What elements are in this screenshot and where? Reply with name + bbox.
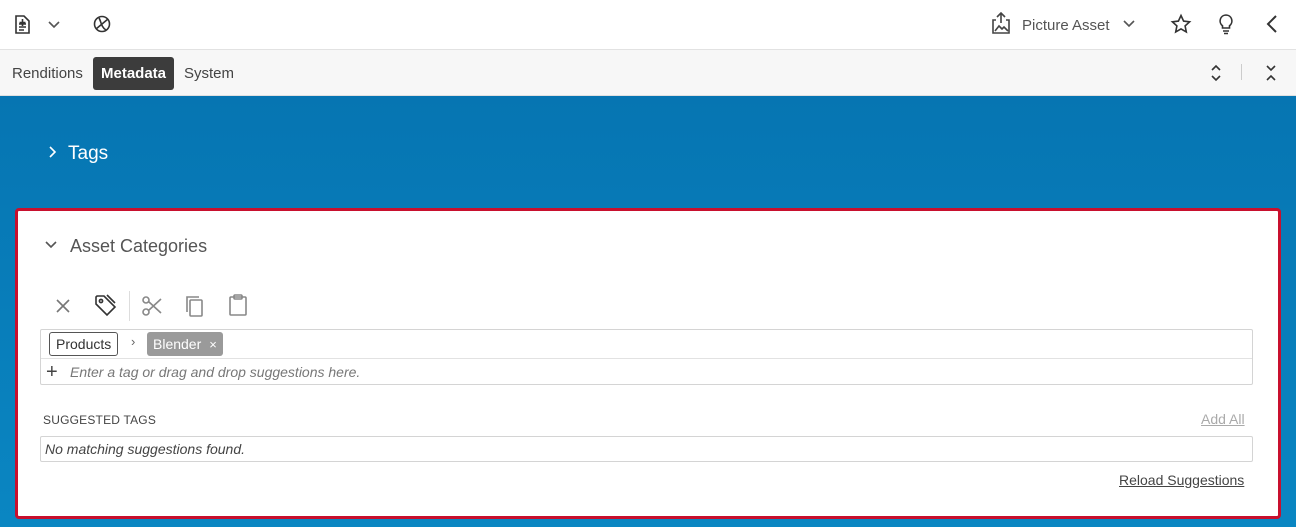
asset-categories-header[interactable]: Asset Categories: [44, 232, 207, 260]
chevron-down-icon: [44, 237, 58, 256]
divider: [41, 358, 1252, 359]
add-tag-icon[interactable]: +: [46, 362, 58, 382]
chevron-left-icon[interactable]: [1260, 12, 1284, 36]
reload-suggestions-link[interactable]: Reload Suggestions: [1119, 472, 1244, 488]
cut-icon[interactable]: [140, 294, 164, 323]
chevron-down-icon: [1122, 16, 1136, 35]
chip-label: Blender: [153, 336, 202, 352]
tag-icon[interactable]: [93, 293, 117, 324]
toolbar-divider: [129, 291, 130, 321]
tag-input[interactable]: [70, 361, 1240, 383]
top-toolbar: Picture Asset: [0, 0, 1296, 50]
chevron-right-icon: [46, 145, 58, 164]
document-type-selector[interactable]: Picture Asset: [990, 0, 1136, 50]
tab-system[interactable]: System: [184, 57, 234, 90]
toolbar-divider: [1241, 64, 1242, 80]
tab-metadata[interactable]: Metadata: [93, 57, 175, 90]
document-icon[interactable]: [10, 12, 34, 36]
copy-icon[interactable]: [184, 294, 206, 323]
asset-categories-title: Asset Categories: [70, 235, 208, 256]
path-separator: ›: [131, 334, 136, 349]
suggestions-box: No matching suggestions found.: [40, 436, 1253, 462]
document-type-label: Picture Asset: [1022, 16, 1110, 34]
suggested-tags-label: SUGGESTED TAGS: [43, 413, 157, 427]
remove-tag-icon[interactable]: ×: [209, 337, 217, 352]
chevron-down-icon[interactable]: [44, 14, 64, 34]
globe-icon[interactable]: [91, 13, 113, 35]
collapse-all-icon[interactable]: [1261, 62, 1281, 84]
tags-section-title: Tags: [68, 143, 109, 164]
category-chip-products[interactable]: Products: [49, 332, 119, 356]
close-icon[interactable]: [52, 295, 74, 322]
add-all-link[interactable]: Add All: [1201, 411, 1245, 427]
star-icon[interactable]: [1169, 12, 1193, 36]
upload-icon: [990, 11, 1012, 40]
category-chip-blender[interactable]: Blender ×: [147, 332, 223, 356]
tags-section-header[interactable]: Tags: [46, 140, 108, 168]
paste-icon[interactable]: [227, 293, 249, 322]
expand-all-icon[interactable]: [1206, 62, 1226, 84]
tab-renditions[interactable]: Renditions: [12, 57, 83, 90]
lightbulb-icon[interactable]: [1214, 12, 1238, 36]
